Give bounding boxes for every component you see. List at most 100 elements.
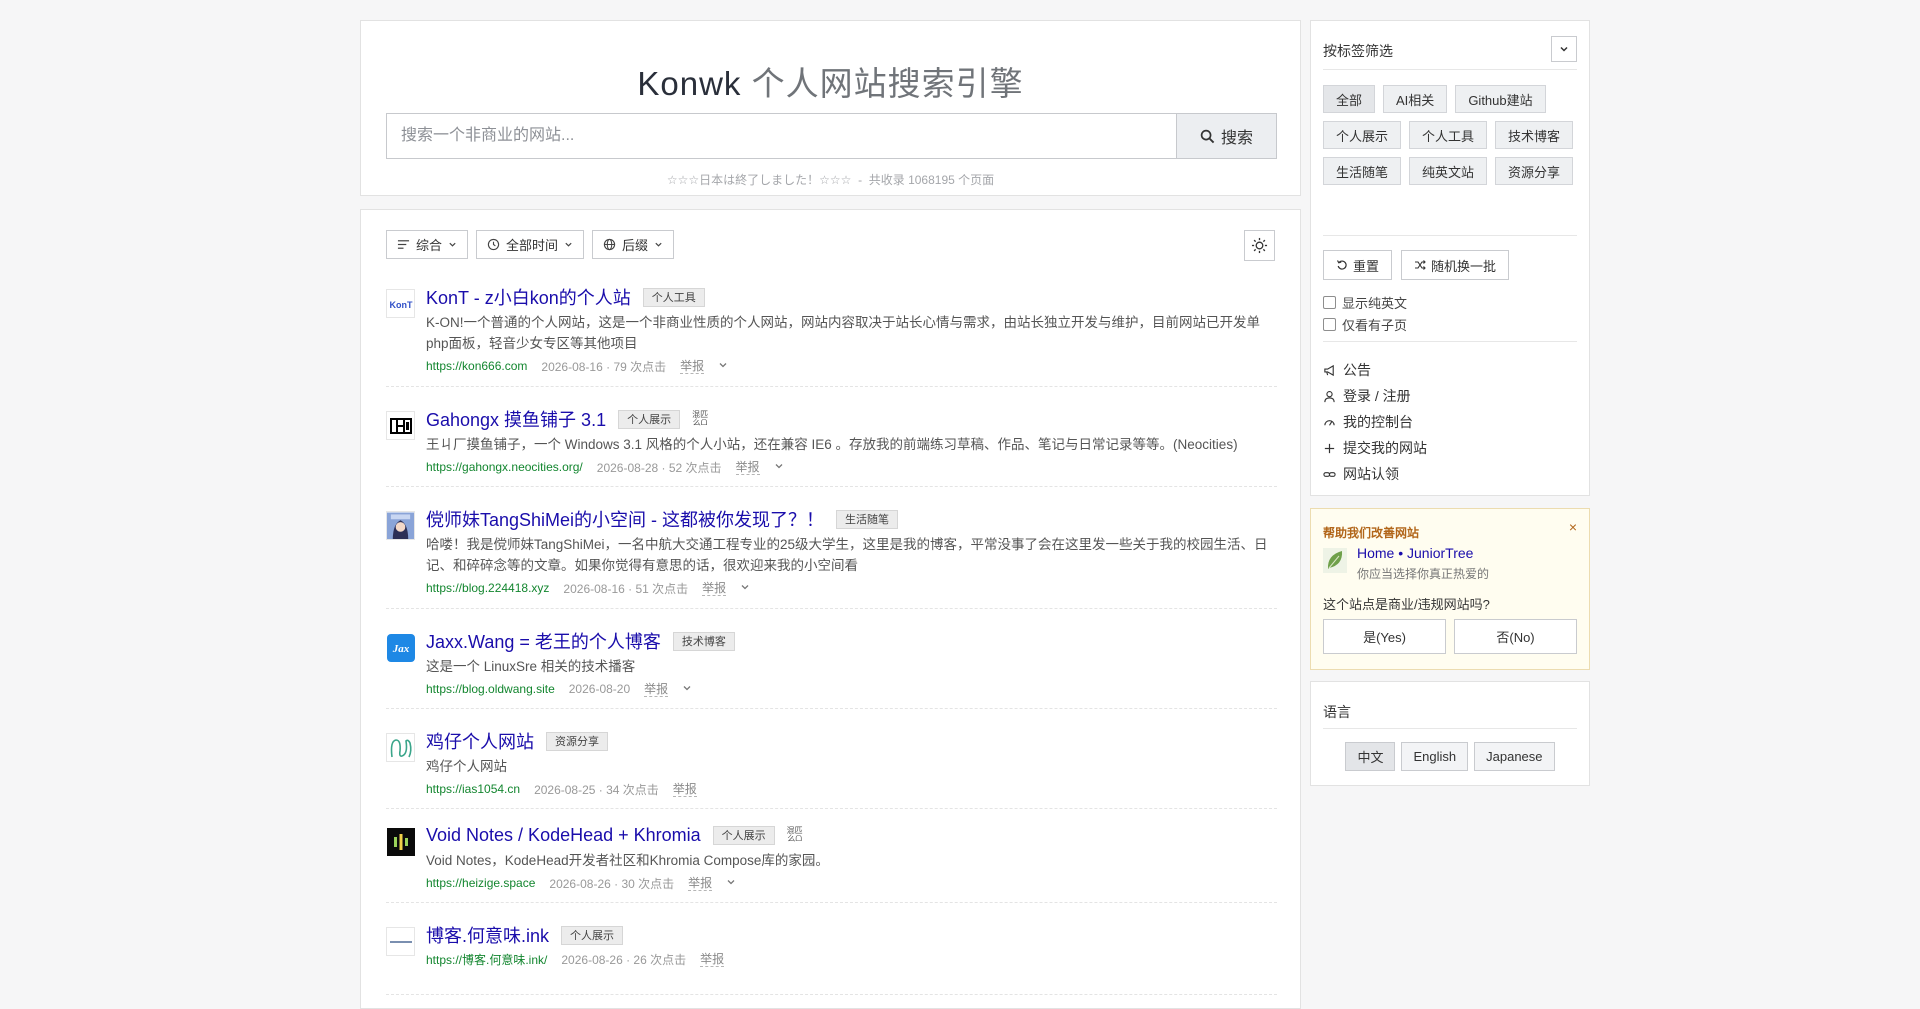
subpage-icon: 混匹 么ᗝ	[692, 410, 709, 427]
lang-chinese-button[interactable]: 中文	[1345, 742, 1396, 771]
close-icon[interactable]: ×	[1569, 519, 1577, 535]
chevron-down-icon	[683, 686, 691, 691]
tag-github[interactable]: Github建站	[1455, 85, 1546, 113]
tag-life-essay[interactable]: 生活随笔	[1323, 157, 1402, 185]
report-link[interactable]: 举报	[672, 782, 697, 797]
language-card: 语言 中文 English Japanese	[1310, 681, 1590, 786]
report-link[interactable]: 举报	[688, 876, 713, 891]
result-tag[interactable]: 资源分享	[546, 731, 608, 751]
tag-personal-showcase[interactable]: 个人展示	[1323, 121, 1402, 149]
result-date-clicks: 2026-08-25 · 34 次点击	[534, 782, 659, 797]
result-url[interactable]: https://blog.oldwang.site	[426, 682, 555, 696]
expand-button[interactable]	[726, 876, 736, 890]
result-meta: https://ias1054.cn 2026-08-25 · 34 次点击 举…	[426, 779, 1277, 799]
filter-collapse-button[interactable]	[1551, 36, 1577, 62]
report-link[interactable]: 举报	[702, 581, 727, 596]
chevron-down-icon	[727, 880, 735, 885]
suffix-dropdown[interactable]: 后缀	[592, 230, 675, 259]
result-title-link[interactable]: 鸡仔个人网站	[426, 728, 534, 754]
result-title-link[interactable]: KonT - z小白kon的个人站	[426, 284, 631, 310]
divider	[1323, 69, 1577, 70]
result-tag[interactable]: 个人展示	[618, 409, 681, 429]
result-item: 鸡仔个人网站 资源分享 鸡仔个人网站 https://ias1054.cn 20…	[386, 729, 1277, 809]
result-tag[interactable]: 生活随笔	[836, 509, 899, 529]
link-claim-site[interactable]: 网站认领	[1323, 461, 1427, 487]
result-tag[interactable]: 个人展示	[712, 825, 775, 845]
subpage-only-checkbox[interactable]	[1323, 318, 1336, 331]
tag-english-only[interactable]: 纯英文站	[1409, 157, 1488, 185]
report-link[interactable]: 举报	[700, 952, 725, 967]
sort-dropdown[interactable]: 综合	[386, 230, 469, 259]
result-title-row: Gahongx 摸鱼铺子 3.1 个人展示 混匹 么ᗝ	[426, 407, 1277, 431]
lang-english-button[interactable]: English	[1401, 742, 1469, 771]
english-only-checkbox[interactable]	[1323, 296, 1336, 309]
expand-button[interactable]	[682, 682, 692, 696]
link-announcement[interactable]: 公告	[1323, 357, 1427, 383]
result-title-link[interactable]: 博客.何意味.ink	[426, 922, 549, 948]
feedback-no-button[interactable]: 否(No)	[1454, 619, 1577, 654]
theme-toggle-button[interactable]	[1244, 230, 1275, 261]
link-submit-site[interactable]: 提交我的网站	[1323, 435, 1427, 461]
result-url[interactable]: https://博客.何意味.ink/	[426, 951, 547, 968]
report-link[interactable]: 举报	[644, 682, 669, 697]
result-body: Void Notes / KodeHead + Khromia 个人展示 混匹么…	[426, 823, 1277, 893]
link-login[interactable]: 登录 / 注册	[1323, 383, 1427, 409]
tag-all[interactable]: 全部	[1323, 85, 1376, 113]
chevron-down-icon	[449, 242, 456, 247]
result-title-link[interactable]: Gahongx 摸鱼铺子 3.1	[426, 406, 606, 432]
result-meta: https://博客.何意味.ink/ 2026-08-26 · 26 次点击 …	[426, 949, 1277, 969]
link-dashboard[interactable]: 我的控制台	[1323, 409, 1427, 435]
language-options: 中文 English Japanese	[1311, 742, 1589, 771]
report-link[interactable]: 举报	[680, 359, 705, 374]
result-date-clicks: 2026-08-26 · 30 次点击	[549, 876, 675, 891]
result-url[interactable]: https://heizige.space	[426, 876, 535, 890]
expand-button[interactable]	[740, 581, 750, 595]
result-item: 傥师妹TangShiMei的小空间 - 这都被你发现了？！ 生活随笔 哈喽！我是…	[386, 507, 1277, 609]
result-body: 博客.何意味.ink 个人展示 https://博客.何意味.ink/ 2026…	[426, 923, 1277, 969]
subpage-only-checkbox-row[interactable]: 仅看有子页	[1323, 315, 1407, 334]
result-date-clicks: 2026-08-20	[568, 682, 631, 696]
english-only-checkbox-row[interactable]: 显示纯英文	[1323, 293, 1407, 312]
result-meta: https://kon666.com 2026-08-16 · 79 次点击 举…	[426, 356, 1277, 376]
shuffle-button[interactable]: 随机换一批	[1401, 250, 1510, 280]
filter-title: 按标签筛选	[1323, 43, 1393, 59]
tag-ai[interactable]: AI相关	[1383, 85, 1448, 113]
result-tag[interactable]: 个人展示	[561, 925, 624, 945]
result-url[interactable]: https://blog.224418.xyz	[426, 581, 549, 595]
feedback-site-name[interactable]: Home • JuniorTree	[1357, 545, 1473, 561]
tag-resource-share[interactable]: 资源分享	[1495, 157, 1574, 185]
report-link[interactable]: 举报	[735, 460, 760, 475]
search-input[interactable]	[386, 113, 1176, 159]
result-title-link[interactable]: Void Notes / KodeHead + Khromia	[426, 825, 701, 846]
result-meta: https://gahongx.neocities.org/ 2026-08-2…	[426, 457, 1277, 477]
filter-actions: 重置 随机换一批	[1323, 250, 1510, 280]
swirl-logo-icon	[386, 733, 415, 762]
lang-japanese-button[interactable]: Japanese	[1474, 742, 1555, 771]
result-tag[interactable]: 技术博客	[672, 631, 735, 651]
shuffle-label: 随机换一批	[1431, 258, 1497, 274]
tag-personal-tools[interactable]: 个人工具	[1409, 121, 1488, 149]
link-icon	[1323, 471, 1336, 477]
result-title-link[interactable]: 傥师妹TangShiMei的小空间 - 这都被你发现了？！	[426, 506, 824, 532]
result-tag[interactable]: 个人工具	[642, 287, 705, 307]
result-description: K-ON!一个普通的个人网站，这是一个非商业性质的个人网站，网站内容取决于站长心…	[426, 315, 1260, 351]
result-url[interactable]: https://ias1054.cn	[426, 782, 520, 796]
sort-label: 综合	[416, 238, 443, 253]
result-title-link[interactable]: Jaxx.Wang = 老王的个人博客	[426, 628, 661, 654]
feedback-question: 这个站点是商业/违规网站吗?	[1323, 597, 1490, 612]
megaphone-icon	[1324, 364, 1334, 376]
search-button[interactable]: 搜索	[1176, 113, 1277, 159]
reset-button[interactable]: 重置	[1323, 250, 1393, 280]
result-description: 这是一个 LinuxSre 相关的技术播客	[426, 659, 636, 674]
time-dropdown[interactable]: 全部时间	[476, 230, 585, 259]
result-url[interactable]: https://gahongx.neocities.org/	[426, 460, 583, 474]
feedback-yes-button[interactable]: 是(Yes)	[1323, 619, 1446, 654]
expand-button[interactable]	[774, 460, 784, 474]
tag-tech-blog[interactable]: 技术博客	[1495, 121, 1574, 149]
result-description: 哈喽！我是傥师妹TangShiMei，一名中航大交通工程专业的25级大学生，这里…	[426, 537, 1268, 573]
expand-button[interactable]	[718, 359, 728, 373]
result-item: KonT KonT - z小白kon的个人站 个人工具 K-ON!一个普通的个人…	[386, 285, 1277, 387]
result-meta: https://heizige.space 2026-08-26 · 30 次点…	[426, 873, 1277, 893]
result-url[interactable]: https://kon666.com	[426, 359, 527, 373]
result-date-clicks: 2026-08-26 · 26 次点击	[561, 952, 687, 967]
